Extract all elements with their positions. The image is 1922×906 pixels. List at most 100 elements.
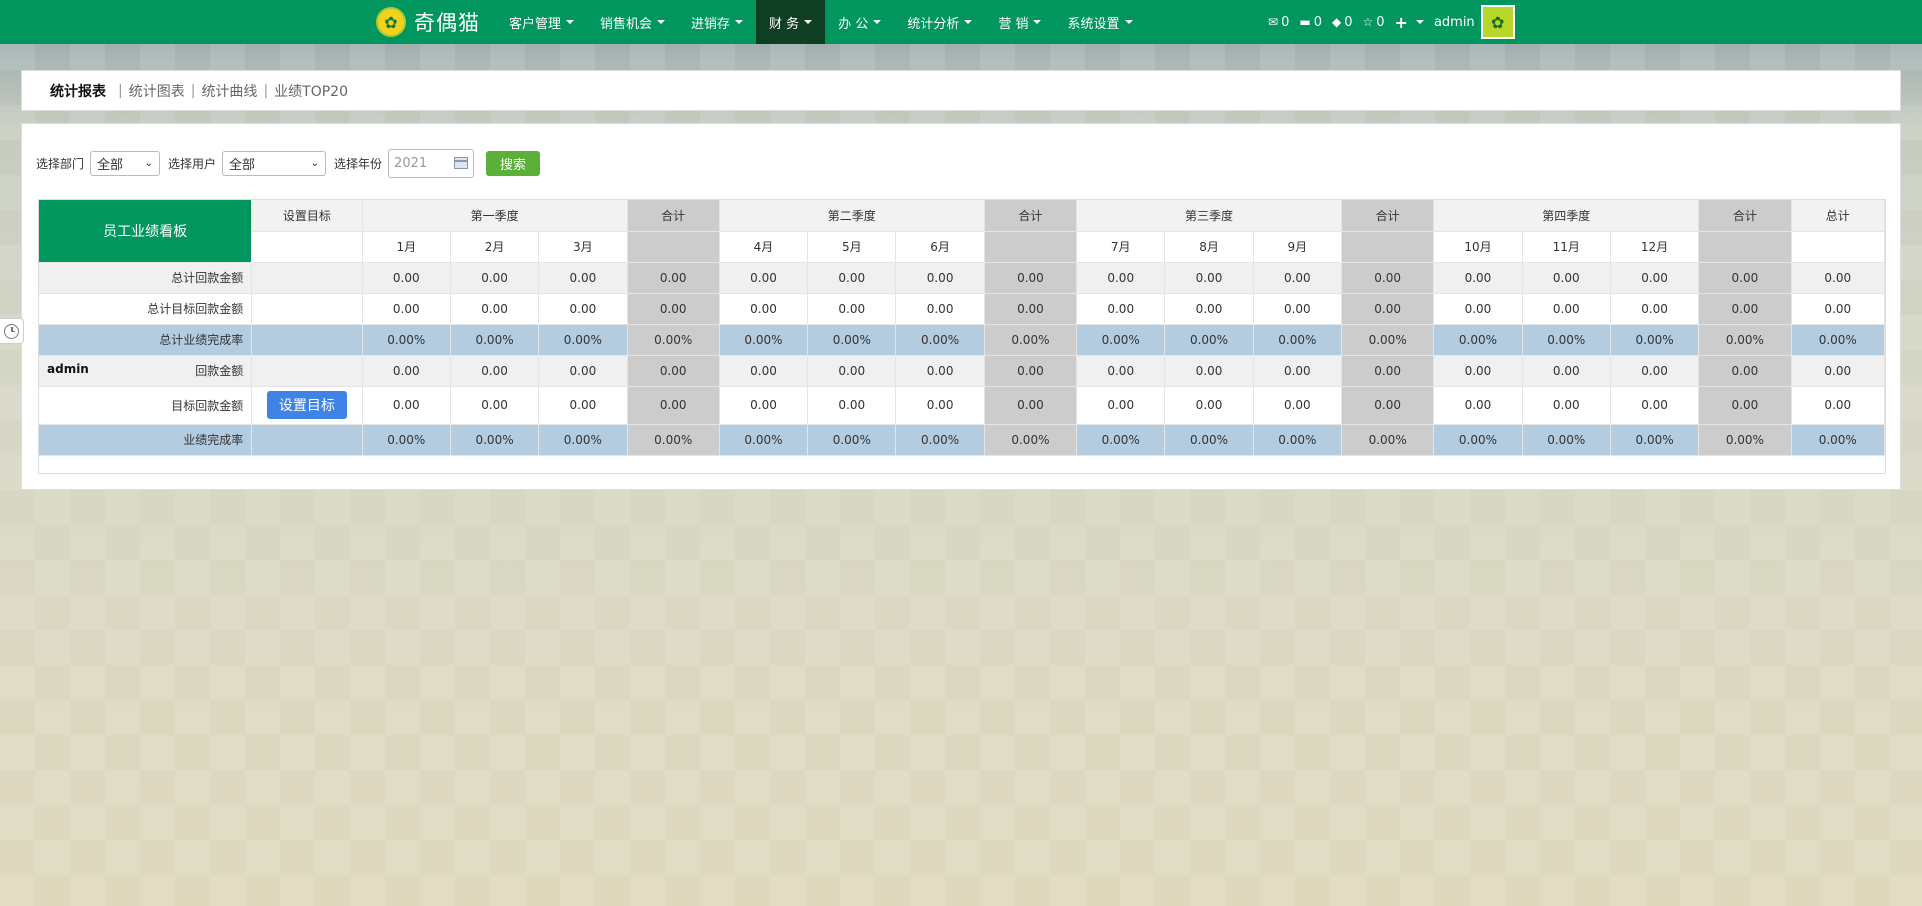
month-header: 1月: [362, 231, 451, 263]
value-cell: 0.00%: [1433, 324, 1523, 356]
paw-logo-icon: ✿: [376, 7, 406, 37]
task-counter[interactable]: ◆ 0: [1332, 15, 1353, 30]
subtotal-cell: 0.00: [1341, 355, 1435, 387]
tab-0[interactable]: 统计报表: [50, 81, 106, 101]
subtotal-cell: 0.00: [1698, 386, 1792, 425]
user-select[interactable]: 全部 ⌄: [222, 150, 327, 176]
chevron-down-icon: [735, 20, 744, 24]
total-cell: 0.00%: [1791, 424, 1886, 456]
subtotal-cell: 0.00: [627, 262, 720, 294]
nav-item-1[interactable]: 销售机会: [587, 0, 678, 44]
add-menu[interactable]: +: [1395, 13, 1424, 32]
value-cell: 0.00: [362, 386, 451, 425]
value-cell: 0.00: [538, 262, 628, 294]
value-cell: 0.00: [1076, 355, 1166, 387]
nav-item-label: 系统设置: [1067, 16, 1120, 32]
set-target-cell: [251, 324, 363, 356]
value-cell: 0.00: [1076, 262, 1166, 294]
month-header: 6月: [895, 231, 985, 263]
month-header: 10月: [1433, 231, 1523, 263]
value-cell: 0.00: [1253, 386, 1343, 425]
subtotal-cell: 0.00: [1698, 355, 1792, 387]
subtotal-cell: 0.00: [1341, 386, 1435, 425]
value-cell: 0.00: [1610, 262, 1700, 294]
value-cell: 0.00: [1433, 355, 1523, 387]
table-row: 总计目标回款金额 0.00 0.00 0.00 0.00 0.00 0.00 0.00 0.00…: [39, 293, 1886, 325]
clock-icon: [4, 323, 19, 339]
nav-item-2[interactable]: 进销存: [678, 0, 756, 44]
chevron-down-icon: [1033, 20, 1042, 24]
subtotal-cell: 0.00: [627, 386, 720, 425]
nav-item-7[interactable]: 系统设置: [1054, 0, 1145, 44]
nav-item-6[interactable]: 营 销: [985, 0, 1054, 44]
subtotal-header: 合计: [1341, 200, 1435, 232]
table-row: 目标回款金额 设置目标 0.00 0.00 0.00 0.00 0.00 0.00 0.00 0.…: [39, 386, 1886, 425]
brand-logo[interactable]: ✿ 奇偶猫: [376, 6, 480, 38]
value-cell: 0.00: [1164, 386, 1254, 425]
month-header: 5月: [807, 231, 897, 263]
chevron-down-icon: ⌄: [310, 157, 320, 169]
nav-item-label: 销售机会: [600, 16, 653, 32]
value-cell: 0.00: [719, 293, 809, 325]
value-cell: 0.00: [807, 262, 897, 294]
brand-name: 奇偶猫: [414, 11, 480, 35]
nav-item-4[interactable]: 办 公: [825, 0, 894, 44]
main-nav: 客户管理 销售机会 进销存 财 务 办 公 统计分析 营 销 系统设置: [496, 0, 1146, 44]
value-cell: 0.00: [1164, 262, 1254, 294]
nav-item-0[interactable]: 客户管理: [496, 0, 587, 44]
tab-2[interactable]: 统计曲线: [201, 81, 257, 101]
row-label-cell: 目标回款金额: [39, 386, 253, 425]
nav-item-5[interactable]: 统计分析: [894, 0, 985, 44]
subtotal-cell: 0.00: [984, 262, 1078, 294]
value-cell: 0.00%: [807, 424, 897, 456]
value-cell: 0.00: [895, 386, 985, 425]
set-target-button[interactable]: 设置目标: [266, 391, 347, 419]
report-tabs: 统计报表 | 统计图表 | 统计曲线 | 业绩TOP20: [21, 70, 1901, 111]
empty-cell: [984, 231, 1078, 263]
month-header: 3月: [538, 231, 628, 263]
value-cell: 0.00: [1164, 355, 1254, 387]
star-counter[interactable]: ☆ 0: [1362, 15, 1384, 30]
value-cell: 0.00%: [1253, 424, 1343, 456]
value-cell: 0.00%: [895, 324, 985, 356]
mail-count: 0: [1281, 14, 1290, 30]
tab-3[interactable]: 业绩TOP20: [274, 81, 348, 101]
message-counter[interactable]: ▬ 0: [1299, 15, 1322, 30]
chevron-down-icon: [873, 20, 882, 24]
nav-right-tools: ✉ 0 ▬ 0 ◆ 0 ☆ 0 + admin ✿: [1268, 0, 1515, 44]
history-side-tab[interactable]: [0, 318, 24, 344]
value-cell: 0.00%: [719, 424, 809, 456]
mail-counter[interactable]: ✉ 0: [1268, 15, 1289, 30]
search-button[interactable]: 搜索: [486, 150, 541, 176]
nav-item-label: 统计分析: [907, 16, 960, 32]
value-cell: 0.00: [538, 293, 628, 325]
nav-item-3[interactable]: 财 务: [756, 0, 826, 44]
chevron-down-icon: [1415, 20, 1424, 24]
nav-item-label: 客户管理: [509, 16, 562, 32]
value-cell: 0.00: [362, 293, 451, 325]
row-username: admin: [47, 362, 89, 376]
row-label-cell: 总计回款金额: [39, 262, 253, 294]
month-header: 2月: [450, 231, 540, 263]
value-cell: 0.00: [450, 386, 540, 425]
table-row: 总计业绩完成率 0.00% 0.00% 0.00% 0.00% 0.00% 0.00% 0.0…: [39, 324, 1886, 356]
value-cell: 0.00: [1610, 293, 1700, 325]
calendar-icon[interactable]: [454, 157, 469, 169]
table-header-row: 员工业绩看板 设置目标 第一季度 合计 第二季度 合计 第三季度 合计 第四季度 合计 总计: [39, 200, 1886, 263]
value-cell: 0.00: [1253, 262, 1343, 294]
plus-icon: +: [1394, 12, 1408, 32]
tab-separator: |: [118, 82, 123, 99]
row-label-cell: admin 回款金额: [39, 355, 253, 387]
table-row: admin 回款金额 0.00 0.00 0.00 0.00 0.00 0.00 0.00 0.0…: [39, 355, 1886, 387]
row-label: 回款金额: [195, 364, 244, 378]
tab-1[interactable]: 统计图表: [129, 81, 185, 101]
value-cell: 0.00%: [719, 324, 809, 356]
empty-cell: [251, 231, 363, 263]
value-cell: 0.00: [362, 355, 451, 387]
row-label-cell: 业绩完成率: [39, 424, 253, 456]
year-input[interactable]: 2021: [388, 148, 475, 178]
total-cell: 0.00: [1791, 355, 1886, 387]
top-navbar: ✿ 奇偶猫 客户管理 销售机会 进销存 财 务 办 公 统计分析 营 销 系统设置 ✉ 0 ▬…: [0, 0, 1922, 44]
user-menu[interactable]: admin ✿: [1434, 5, 1515, 39]
dept-select[interactable]: 全部 ⌄: [90, 150, 161, 176]
